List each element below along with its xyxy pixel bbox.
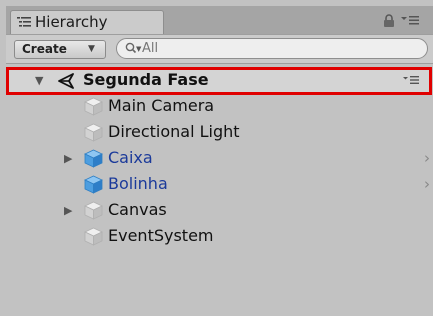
object-label: Canvas: [108, 200, 167, 219]
create-button[interactable]: Create ▼: [14, 40, 106, 59]
list-item[interactable]: Main Camera: [6, 94, 433, 120]
tab-label: Hierarchy: [35, 13, 108, 31]
search-filter-caret-icon[interactable]: ▼: [136, 45, 141, 53]
list-item[interactable]: EventSystem: [6, 224, 433, 250]
gameobject-cube-icon: [84, 227, 103, 246]
hierarchy-panel: Hierarchy Create ▼ ▼ ▼: [6, 6, 433, 316]
expand-arrow-icon[interactable]: ▶: [64, 204, 72, 217]
gameobject-cube-icon: [84, 97, 103, 116]
expand-arrow-icon[interactable]: ▶: [64, 152, 72, 165]
hierarchy-toolbar: Create ▼ ▼: [6, 34, 433, 64]
object-label: Caixa: [108, 148, 153, 167]
list-item[interactable]: Bolinha ›: [6, 172, 433, 198]
object-label: Directional Light: [108, 122, 240, 141]
scene-name: Segunda Fase: [83, 70, 209, 89]
hierarchy-list-icon: [17, 17, 31, 27]
unity-scene-icon: [58, 73, 74, 89]
expand-arrow-icon[interactable]: ▼: [35, 74, 43, 87]
list-item[interactable]: Directional Light: [6, 120, 433, 146]
scene-row[interactable]: ▼ Segunda Fase: [6, 67, 432, 95]
panel-menu-icon[interactable]: [401, 14, 419, 26]
prefab-cube-icon: [84, 175, 103, 194]
create-button-label: Create: [22, 42, 67, 56]
object-label: Bolinha: [108, 174, 168, 193]
lock-icon[interactable]: [383, 14, 395, 28]
object-label: EventSystem: [108, 226, 214, 245]
search-field[interactable]: ▼: [116, 38, 428, 59]
prefab-cube-icon: [84, 149, 103, 168]
list-item[interactable]: ▶ Caixa ›: [6, 146, 433, 172]
gameobject-cube-icon: [84, 201, 103, 220]
tab-bar: Hierarchy: [6, 6, 433, 34]
chevron-right-icon[interactable]: ›: [424, 149, 430, 167]
dropdown-caret-icon: ▼: [88, 44, 95, 54]
scene-menu-icon[interactable]: [403, 74, 419, 86]
object-label: Main Camera: [108, 96, 215, 115]
chevron-right-icon[interactable]: ›: [424, 175, 430, 193]
search-input[interactable]: [142, 39, 412, 57]
tab-hierarchy[interactable]: Hierarchy: [10, 10, 164, 34]
list-item[interactable]: ▶ Canvas: [6, 198, 433, 224]
gameobject-cube-icon: [84, 123, 103, 142]
